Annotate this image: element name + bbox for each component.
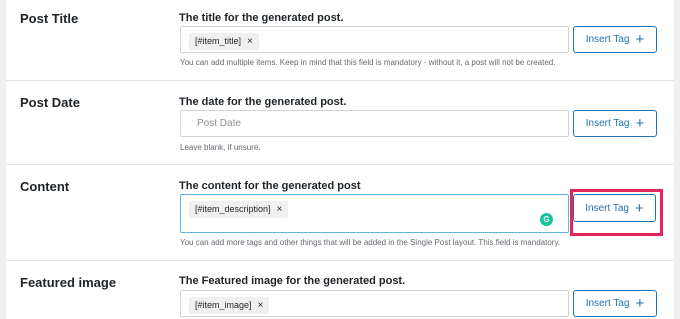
content-label: Content bbox=[20, 179, 70, 194]
plus-icon: + bbox=[635, 115, 645, 132]
post-date-help: Leave blank, if unsure. bbox=[180, 143, 261, 152]
tag-chip-text: [#item_title] bbox=[195, 36, 242, 46]
tag-chip-text: [#item_description] bbox=[195, 204, 271, 214]
post-title-label: Post Title bbox=[20, 11, 79, 26]
tag-chip-item-description: [#item_description] × bbox=[189, 201, 289, 218]
remove-tag-icon[interactable]: × bbox=[247, 36, 253, 47]
post-title-input[interactable]: [#item_title] × bbox=[180, 26, 569, 53]
post-date-placeholder: Post Date bbox=[197, 118, 241, 129]
featured-image-label: Featured image bbox=[20, 275, 117, 290]
content-help: You can add more tags and other things t… bbox=[180, 238, 561, 247]
insert-tag-label: Insert Tag bbox=[585, 298, 630, 309]
tag-chip-item-image: [#item_image] × bbox=[189, 297, 270, 314]
post-title-help: You can add multiple items. Keep in mind… bbox=[180, 58, 556, 67]
row-divider bbox=[6, 164, 674, 165]
insert-tag-button-post-date[interactable]: Insert Tag + bbox=[573, 110, 657, 137]
post-date-label: Post Date bbox=[20, 95, 80, 110]
remove-tag-icon[interactable]: × bbox=[277, 204, 283, 215]
insert-tag-button-post-title[interactable]: Insert Tag + bbox=[573, 26, 657, 53]
tag-chip-text: [#item_image] bbox=[195, 300, 252, 310]
tag-chip-item-title: [#item_title] × bbox=[189, 33, 259, 50]
post-date-description: The date for the generated post. bbox=[179, 96, 347, 108]
settings-card: Post Title The title for the generated p… bbox=[6, 0, 674, 319]
insert-tag-label: Insert Tag bbox=[585, 118, 630, 129]
insert-tag-button-featured-image[interactable]: Insert Tag + bbox=[573, 290, 657, 317]
row-divider bbox=[6, 80, 674, 81]
featured-image-description: The Featured image for the generated pos… bbox=[179, 275, 406, 287]
grammarly-icon[interactable]: G bbox=[540, 213, 553, 226]
plus-icon: + bbox=[635, 31, 645, 48]
insert-tag-label: Insert Tag bbox=[585, 34, 630, 45]
post-title-description: The title for the generated post. bbox=[179, 12, 344, 24]
remove-tag-icon[interactable]: × bbox=[258, 300, 264, 311]
plus-icon: + bbox=[635, 295, 645, 312]
content-description: The content for the generated post bbox=[179, 180, 361, 192]
post-date-input[interactable]: Post Date bbox=[180, 110, 569, 137]
row-divider bbox=[6, 260, 674, 261]
content-input[interactable]: [#item_description] × G bbox=[180, 194, 569, 233]
featured-image-input[interactable]: [#item_image] × bbox=[180, 290, 569, 317]
highlight-box bbox=[570, 189, 663, 236]
